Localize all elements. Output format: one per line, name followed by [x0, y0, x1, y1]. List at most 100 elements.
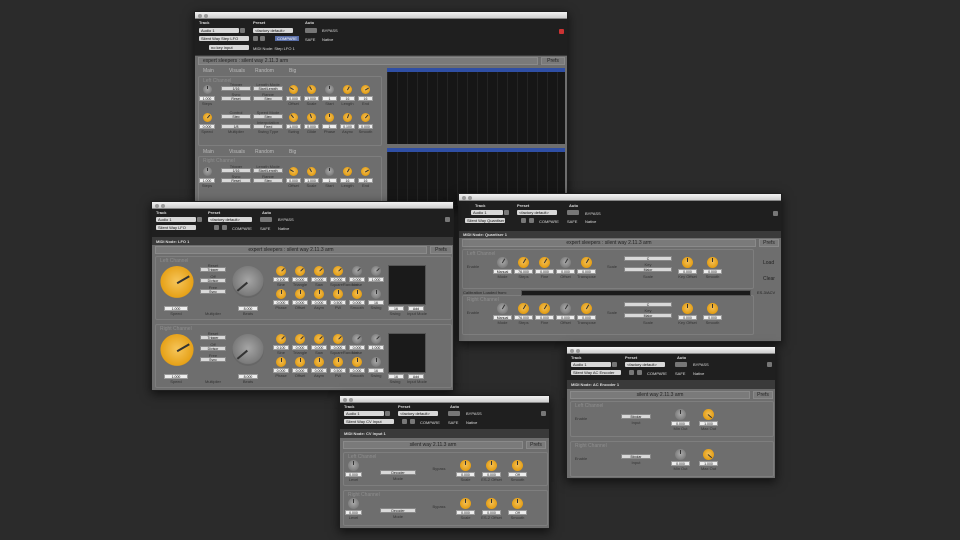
glide-value[interactable]: 0.000 [304, 124, 319, 129]
settings-icon[interactable] [773, 211, 778, 216]
shape-knob[interactable] [314, 289, 324, 299]
async-knob[interactable] [343, 113, 352, 122]
steps-value[interactable]: 1.000 [199, 96, 215, 101]
track-select[interactable]: Audio 1 [471, 210, 503, 215]
preset-minus-button[interactable] [253, 36, 258, 41]
bypass-button[interactable]: BYPASS [466, 411, 482, 416]
waveform-knob[interactable] [333, 266, 343, 276]
settings-icon[interactable] [445, 217, 450, 222]
min-out-value[interactable]: 0.000 [671, 421, 690, 426]
preset-plus-button[interactable] [637, 370, 642, 375]
scale-knob[interactable] [307, 167, 316, 176]
end-value[interactable]: 16 [358, 96, 373, 101]
close-icon[interactable] [343, 397, 347, 402]
quantiser-knob[interactable] [518, 303, 529, 314]
preset-plus-button[interactable] [260, 36, 265, 41]
cv-value[interactable]: Off [508, 472, 527, 477]
waveform-knob[interactable] [314, 334, 324, 344]
quantiser-knob[interactable] [539, 257, 550, 268]
prefs-button[interactable]: Prefs [759, 239, 779, 247]
shape-value[interactable]: 0.000 [292, 368, 308, 373]
auto-button[interactable] [675, 362, 687, 367]
scale-value[interactable]: 1.000 [304, 178, 319, 183]
speed-value[interactable]: 1.000 [164, 374, 188, 379]
option-dropdown[interactable]: Step [253, 178, 283, 183]
key-offset-knob[interactable] [682, 303, 693, 314]
prefs-button[interactable]: Prefs [526, 441, 546, 449]
input-dropdown[interactable]: Bipolar [621, 454, 651, 459]
option-dropdown[interactable]: Step [253, 96, 283, 101]
bypass-button[interactable]: BYPASS [322, 28, 338, 33]
input-mode-value[interactable]: Add [408, 306, 424, 311]
quantiser-value[interactable]: 0.000 [556, 269, 575, 274]
auto-button[interactable] [260, 217, 272, 222]
key-offset-value[interactable]: 0.000 [678, 315, 697, 320]
shape-knob[interactable] [352, 289, 362, 299]
shape-knob[interactable] [333, 357, 343, 367]
track-select[interactable]: Audio 1 [344, 411, 384, 416]
beats-big-knob[interactable] [232, 334, 264, 366]
auto-button[interactable] [305, 28, 317, 33]
waveform-knob[interactable] [352, 266, 362, 276]
offset-value[interactable]: 0.000 [286, 96, 301, 101]
offset-value[interactable]: 0.000 [286, 178, 301, 183]
waveform-knob[interactable] [295, 334, 305, 344]
waveform-value[interactable]: 0.000 [311, 345, 327, 350]
shape-knob[interactable] [295, 357, 305, 367]
track-stepper[interactable] [612, 362, 617, 367]
quantiser-value[interactable]: 0.000 [556, 315, 575, 320]
beats-value[interactable]: 8.000 [238, 374, 258, 379]
preset-plus-button[interactable] [529, 218, 534, 223]
shape-value[interactable]: 0.000 [292, 300, 308, 305]
plugin-window-step-lfo[interactable]: Track Preset Auto Audio 1 <factory defau… [194, 11, 568, 206]
quantiser-value[interactable]: Manual [493, 269, 512, 274]
auto-button[interactable] [567, 210, 579, 215]
waveform-value[interactable]: 0.100 [273, 277, 289, 282]
tab-main[interactable]: Main [203, 68, 214, 74]
close-icon[interactable] [462, 195, 466, 200]
scale-dropdown[interactable]: Major [624, 313, 672, 318]
waveform-value[interactable]: 1.000 [368, 277, 384, 282]
option-dropdown[interactable]: Trigger [200, 267, 226, 272]
insert-select[interactable]: Silent Way AC Encoder [571, 370, 621, 375]
tab-visuals[interactable]: Visuals [229, 68, 245, 74]
compare-button[interactable]: COMPARE [647, 371, 667, 376]
quantiser-value[interactable]: 0.000 [577, 315, 596, 320]
scale-dropdown[interactable]: Major [624, 267, 672, 272]
xy-scope[interactable] [388, 333, 426, 373]
track-stepper[interactable] [385, 411, 390, 416]
shape-knob[interactable] [333, 289, 343, 299]
safe-button[interactable]: SAFE [567, 219, 577, 224]
smooth-knob[interactable] [707, 257, 718, 268]
shape-knob[interactable] [314, 357, 324, 367]
tab-big[interactable]: Big [289, 149, 296, 155]
end-value[interactable]: 16 [358, 178, 373, 183]
waveform-value[interactable]: 0.000 [349, 277, 365, 282]
beats-value[interactable]: 8.000 [238, 306, 258, 311]
settings-icon[interactable] [541, 411, 546, 416]
plugin-window-ac-encoder[interactable]: Track Preset Auto Audio 1 <factory defau… [566, 346, 776, 479]
waveform-knob[interactable] [371, 334, 381, 344]
preset-minus-button[interactable] [521, 218, 526, 223]
shape-value[interactable]: 0.500 [330, 368, 346, 373]
shape-value[interactable]: 0.000 [311, 368, 327, 373]
tab-main[interactable]: Main [203, 149, 214, 155]
waveform-value[interactable]: 0.000 [330, 345, 346, 350]
cv-knob[interactable] [486, 460, 497, 471]
safe-button[interactable]: SAFE [448, 420, 458, 425]
key-dropdown[interactable]: C [624, 256, 672, 261]
shape-value[interactable]: 0.500 [330, 300, 346, 305]
swing-value[interactable]: 16 [388, 374, 404, 379]
option-dropdown[interactable]: 1/16 [221, 168, 251, 173]
option-dropdown[interactable]: Start/Length [253, 168, 283, 173]
preset-select[interactable]: <factory default> [208, 217, 252, 222]
preset-minus-button[interactable] [214, 225, 219, 230]
cv-knob[interactable] [460, 498, 471, 509]
title-bar[interactable] [567, 347, 775, 354]
preset-select[interactable]: <factory default> [398, 411, 438, 416]
shape-knob[interactable] [371, 357, 381, 367]
quantiser-knob[interactable] [518, 257, 529, 268]
cv-value[interactable]: 0.000 [482, 510, 501, 515]
quantiser-knob[interactable] [581, 257, 592, 268]
key-offset-knob[interactable] [682, 257, 693, 268]
